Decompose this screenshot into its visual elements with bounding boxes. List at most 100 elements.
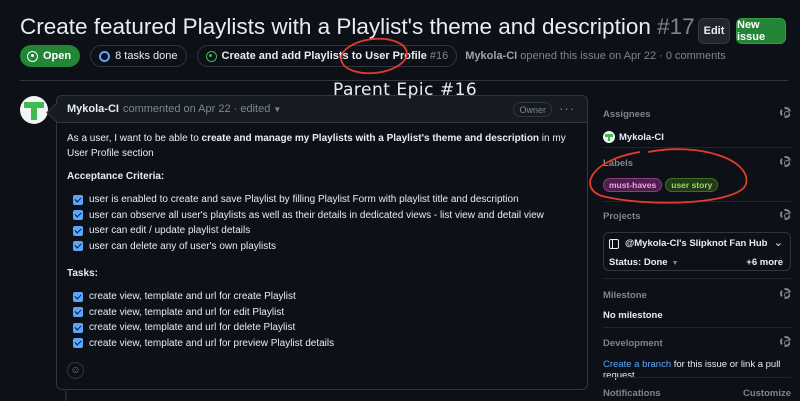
tasks-heading: Tasks: [67, 268, 98, 279]
criteria-heading: Acceptance Criteria: [67, 171, 165, 182]
checkbox[interactable] [73, 307, 83, 318]
intro-part3: create and manage my Playlists with a Pl… [201, 133, 540, 144]
divider [603, 377, 791, 378]
edit-button[interactable]: Edit [698, 18, 730, 44]
divider [603, 147, 791, 148]
label-user-story[interactable]: user story [665, 178, 719, 192]
tasks-done-chip[interactable]: 8 tasks done [90, 45, 187, 67]
milestone-section: Milestone No milestone [603, 288, 791, 321]
owner-badge: Owner [513, 102, 552, 117]
gear-icon[interactable] [780, 209, 791, 220]
gear-icon[interactable] [780, 288, 791, 299]
comment-author[interactable]: Mykola-CI [67, 103, 119, 115]
labels-heading: Labels [603, 158, 634, 169]
avatar [603, 131, 615, 143]
parent-issue-number: #16 [429, 50, 449, 62]
projects-heading: Projects [603, 211, 641, 222]
avatar[interactable] [20, 96, 48, 124]
divider [603, 327, 791, 328]
notifications-heading: Notifications [603, 388, 661, 399]
customize-link[interactable]: Customize [743, 388, 791, 399]
comment-body: As a user, I want to be able to create a… [57, 123, 587, 359]
labels-section: Labels must-haves user story [603, 156, 791, 192]
issue-number: #17 [657, 14, 695, 39]
checkbox[interactable] [73, 322, 83, 333]
criteria-text: user can edit / update playlist details [89, 225, 251, 237]
development-section: Development Create a branch for this iss… [603, 336, 791, 381]
progress-ring-icon [99, 50, 111, 62]
label-must-haves[interactable]: must-haves [603, 178, 663, 192]
smiley-icon[interactable]: ☺ [67, 362, 84, 379]
list-item: create view, template and url for delete… [67, 320, 577, 336]
criteria-text: user is enabled to create and save Playl… [89, 194, 519, 206]
timeline-line [65, 389, 67, 401]
project-title-row[interactable]: @Mykola-CI's Slipknot Fan Hub [609, 238, 767, 249]
notifications-section: Notifications Customize [603, 388, 791, 401]
issue-comment: Mykola-CI commented on Apr 22 · edited ▼… [56, 95, 588, 390]
assignees-heading: Assignees [603, 109, 651, 120]
opened-author[interactable]: Mykola-CI [465, 50, 517, 62]
assignee[interactable]: Mykola-CI [603, 131, 791, 143]
criteria-list: user is enabled to create and save Playl… [67, 192, 577, 254]
caret-down-icon[interactable]: ▼ [273, 105, 281, 114]
criteria-text: user can observe all user's playlists as… [89, 209, 544, 221]
list-item: create view, template and url for create… [67, 289, 577, 305]
tasks-list: create view, template and url for create… [67, 289, 577, 351]
intro-part1: As a user, [67, 133, 112, 144]
list-item: user can observe all user's playlists as… [67, 208, 577, 224]
task-text: create view, template and url for edit P… [89, 306, 285, 318]
comment-header: Mykola-CI commented on Apr 22 · edited ▼… [57, 96, 587, 123]
gear-icon[interactable] [780, 107, 791, 118]
opened-info: Mykola-CI opened this issue on Apr 22 · … [465, 50, 725, 62]
development-heading: Development [603, 338, 663, 349]
checkbox[interactable] [73, 291, 83, 302]
list-item: create view, template and url for previe… [67, 336, 577, 352]
list-item: create view, template and url for edit P… [67, 305, 577, 321]
project-card: @Mykola-CI's Slipknot Fan Hub ⌄ Status: … [603, 232, 791, 271]
new-issue-button[interactable]: New issue [736, 18, 786, 44]
state-badge: Open [20, 45, 81, 67]
comment-meta[interactable]: commented on Apr 22 · edited [123, 103, 270, 115]
project-status[interactable]: Status: Done ▼ [609, 257, 679, 268]
tasks-done-label: 8 tasks done [115, 50, 178, 62]
divider [603, 278, 791, 279]
issue-opened-icon [205, 50, 217, 62]
create-branch-link[interactable]: Create a branch [603, 359, 671, 370]
checkbox[interactable] [73, 194, 83, 205]
kebab-menu-icon[interactable]: ··· [559, 101, 575, 116]
checkbox[interactable] [73, 210, 83, 221]
milestone-value: No milestone [603, 310, 663, 321]
caret-down-icon: ▼ [671, 260, 679, 267]
gear-icon[interactable] [780, 336, 791, 347]
more-projects-link[interactable]: +6 more [746, 257, 783, 268]
list-item: user can delete any of user's own playli… [67, 239, 577, 255]
parent-issue-chip[interactable]: Create and add Playlists to User Profile… [196, 45, 458, 67]
projects-section: Projects @Mykola-CI's Slipknot Fan Hub ⌄… [603, 209, 791, 271]
intro-paragraph: As a user, I want to be able to create a… [67, 131, 577, 161]
checkbox[interactable] [73, 338, 83, 349]
state-label: Open [43, 50, 72, 62]
issue-meta: Open 8 tasks done Create and add Playlis… [20, 45, 726, 67]
opened-text: opened this issue on Apr 22 · 0 comments [520, 50, 726, 62]
issue-title: Create featured Playlists with a Playlis… [20, 14, 695, 40]
issue-title-text: Create featured Playlists with a Playlis… [20, 14, 651, 39]
issue-opened-icon [27, 50, 38, 62]
task-text: create view, template and url for create… [89, 291, 296, 303]
checkbox[interactable] [73, 241, 83, 252]
task-text: create view, template and url for delete… [89, 322, 296, 334]
criteria-text: user can delete any of user's own playli… [89, 240, 277, 252]
chevron-down-icon[interactable]: ⌄ [774, 236, 783, 249]
table-icon [609, 238, 619, 249]
project-name: @Mykola-CI's Slipknot Fan Hub [625, 238, 768, 249]
task-text: create view, template and url for previe… [89, 337, 335, 349]
gear-icon[interactable] [780, 156, 791, 167]
intro-part2: I want to be able to [111, 133, 202, 144]
divider [603, 201, 791, 202]
parent-issue-title: Create and add Playlists to User Profile [221, 50, 427, 62]
milestone-heading: Milestone [603, 290, 647, 301]
list-item: user can edit / update playlist details [67, 223, 577, 239]
project-status-label: Status: Done [609, 257, 668, 268]
assignees-section: Assignees Mykola-CI [603, 107, 791, 143]
list-item: user is enabled to create and save Playl… [67, 192, 577, 208]
checkbox[interactable] [73, 225, 83, 236]
